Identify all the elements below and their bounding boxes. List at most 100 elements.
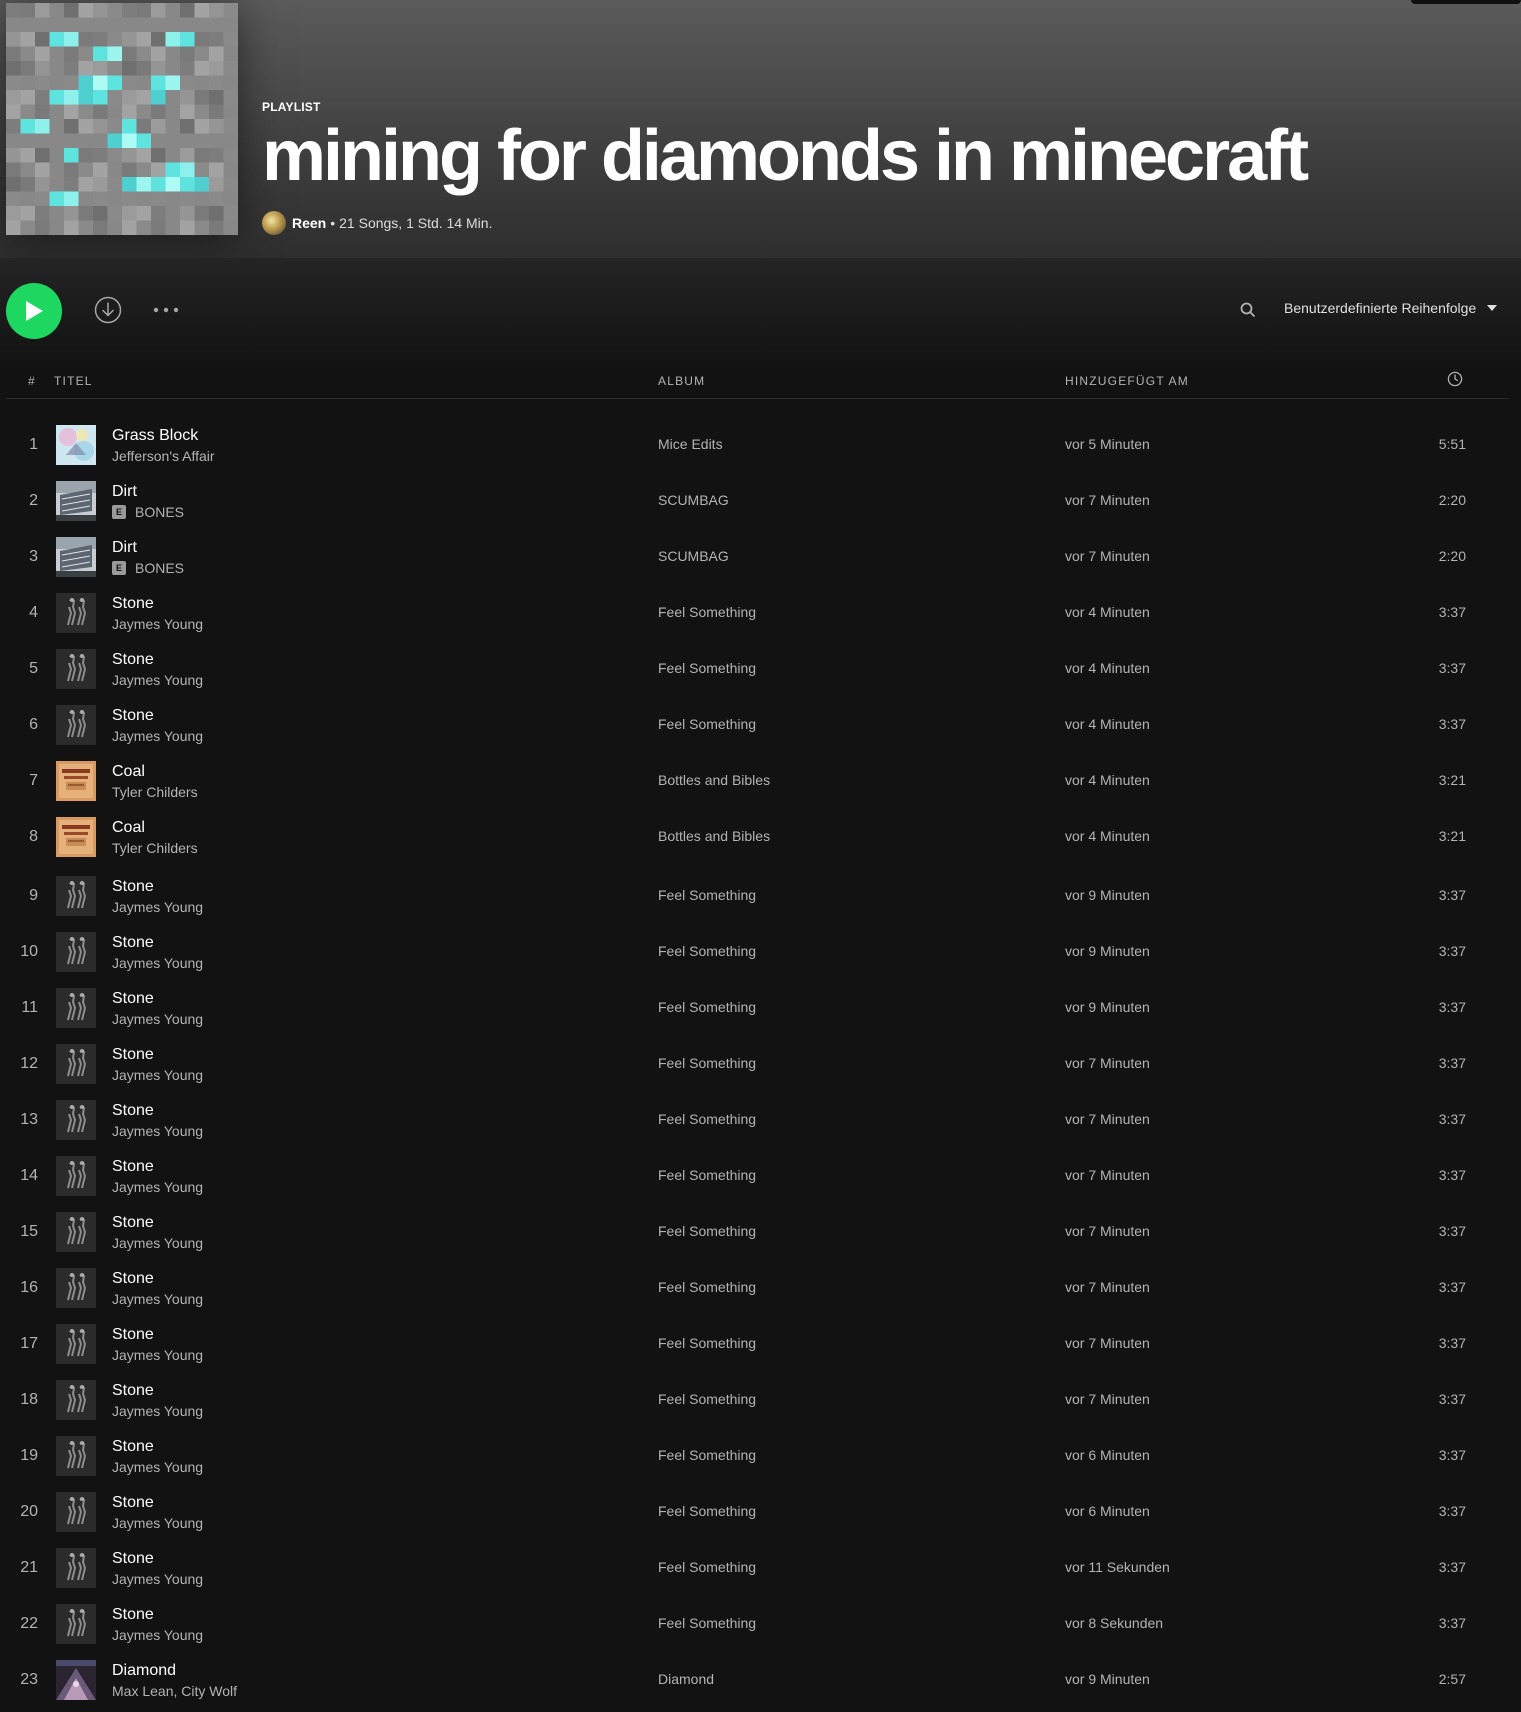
track-row[interactable]: 19 Stone Jaymes Young Feel Something vor 6 M…: [6, 1428, 1509, 1484]
track-artist-link[interactable]: Jaymes Young: [112, 1235, 203, 1251]
track-album-link[interactable]: Feel Something: [658, 1335, 756, 1351]
track-artist-link[interactable]: Jefferson's Affair: [112, 448, 215, 464]
track-album-link[interactable]: Feel Something: [658, 1167, 756, 1183]
track-artist-link[interactable]: Jaymes Young: [112, 1291, 203, 1307]
playlist-cover-image[interactable]: [6, 3, 238, 235]
track-artist-link[interactable]: Tyler Childers: [112, 784, 198, 800]
track-album-link[interactable]: Mice Edits: [658, 436, 723, 452]
track-album-link[interactable]: SCUMBAG: [658, 548, 729, 564]
track-row[interactable]: 17 Stone Jaymes Young Feel Something vor 7 M…: [6, 1316, 1509, 1372]
track-album-link[interactable]: Bottles and Bibles: [658, 828, 770, 844]
track-row[interactable]: 23 Diamond Max Lean, City Wolf Diamond vor 9…: [6, 1652, 1509, 1708]
track-row[interactable]: 14 Stone Jaymes Young Feel Something vor 7 M…: [6, 1148, 1509, 1204]
track-artist-link[interactable]: Jaymes Young: [112, 1011, 203, 1027]
track-title-link[interactable]: Dirt: [112, 539, 137, 557]
track-title-link[interactable]: Stone: [112, 1382, 154, 1400]
track-album-link[interactable]: Feel Something: [658, 1223, 756, 1239]
track-album-link[interactable]: Feel Something: [658, 1503, 756, 1519]
track-artist-link[interactable]: Jaymes Young: [112, 955, 203, 971]
track-title-link[interactable]: Stone: [112, 651, 154, 669]
track-album-link[interactable]: Feel Something: [658, 716, 756, 732]
track-title-link[interactable]: Stone: [112, 1158, 154, 1176]
track-artist-link[interactable]: Jaymes Young: [112, 1403, 203, 1419]
track-title-link[interactable]: Diamond: [112, 1662, 176, 1680]
play-button[interactable]: [6, 283, 62, 339]
column-added-header[interactable]: HINZUGEFÜGT AM: [1065, 374, 1189, 388]
track-row[interactable]: 1 Grass Block Jefferson's Affair Mice Edits…: [6, 417, 1509, 473]
track-artist-link[interactable]: Jaymes Young: [112, 672, 203, 688]
track-row[interactable]: 8 Coal Tyler Childers Bottles and Bibles vor…: [6, 809, 1509, 865]
track-album-link[interactable]: Feel Something: [658, 1279, 756, 1295]
track-artist-link[interactable]: Jaymes Young: [112, 1459, 203, 1475]
download-button[interactable]: [94, 296, 122, 324]
track-title-link[interactable]: Stone: [112, 1494, 154, 1512]
track-artist-link[interactable]: BONES: [135, 560, 184, 576]
track-row[interactable]: 5 Stone Jaymes Young Feel Something vor 4 Mi…: [6, 641, 1509, 697]
track-title-link[interactable]: Grass Block: [112, 427, 198, 445]
track-album-link[interactable]: Feel Something: [658, 604, 756, 620]
track-row[interactable]: 2 Dirt E BONES SCUMBAG vor 7 Minuten 2:20: [6, 473, 1509, 529]
track-album-link[interactable]: Feel Something: [658, 1111, 756, 1127]
track-row[interactable]: 4 Stone Jaymes Young Feel Something vor 4 Mi…: [6, 585, 1509, 641]
track-title-link[interactable]: Stone: [112, 1550, 154, 1568]
track-row[interactable]: 6 Stone Jaymes Young Feel Something vor 4 Mi…: [6, 697, 1509, 753]
track-album-link[interactable]: Bottles and Bibles: [658, 772, 770, 788]
column-title-header[interactable]: TITEL: [54, 374, 93, 388]
track-title-link[interactable]: Stone: [112, 1606, 154, 1624]
track-artist-link[interactable]: Jaymes Young: [112, 1067, 203, 1083]
track-artist-link[interactable]: Jaymes Young: [112, 1515, 203, 1531]
track-album-link[interactable]: Feel Something: [658, 1559, 756, 1575]
track-title-link[interactable]: Stone: [112, 1214, 154, 1232]
track-album-link[interactable]: Feel Something: [658, 660, 756, 676]
track-title-link[interactable]: Stone: [112, 990, 154, 1008]
track-artist-link[interactable]: Jaymes Young: [112, 728, 203, 744]
track-title-link[interactable]: Stone: [112, 595, 154, 613]
track-row[interactable]: 22 Stone Jaymes Young Feel Something vor 8 S…: [6, 1596, 1509, 1652]
track-title-link[interactable]: Stone: [112, 878, 154, 896]
track-artist-link[interactable]: Jaymes Young: [112, 1347, 203, 1363]
track-row[interactable]: 7 Coal Tyler Childers Bottles and Bibles vor…: [6, 753, 1509, 809]
track-artist-link[interactable]: Jaymes Young: [112, 616, 203, 632]
track-title-link[interactable]: Dirt: [112, 483, 137, 501]
track-title-link[interactable]: Stone: [112, 1326, 154, 1344]
track-row[interactable]: 9 Stone Jaymes Young Feel Something vor 9 Mi…: [6, 868, 1509, 924]
track-title-link[interactable]: Stone: [112, 1270, 154, 1288]
track-artist-link[interactable]: Jaymes Young: [112, 1123, 203, 1139]
sort-order-dropdown[interactable]: Benutzerdefinierte Reihenfolge: [1284, 300, 1498, 316]
track-album-link[interactable]: Diamond: [658, 1671, 714, 1687]
more-options-button[interactable]: [150, 296, 182, 324]
track-album-link[interactable]: Feel Something: [658, 1055, 756, 1071]
column-duration-header[interactable]: [1447, 371, 1463, 390]
track-album-link[interactable]: SCUMBAG: [658, 492, 729, 508]
playlist-title[interactable]: mining for diamonds in minecraft: [262, 115, 1309, 197]
track-album-link[interactable]: Feel Something: [658, 887, 756, 903]
track-title-link[interactable]: Stone: [112, 934, 154, 952]
track-album-link[interactable]: Feel Something: [658, 999, 756, 1015]
track-row[interactable]: 18 Stone Jaymes Young Feel Something vor 7 M…: [6, 1372, 1509, 1428]
track-album-link[interactable]: Feel Something: [658, 1615, 756, 1631]
owner-name-link[interactable]: Reen: [292, 215, 326, 231]
track-row[interactable]: 10 Stone Jaymes Young Feel Something vor 9 M…: [6, 924, 1509, 980]
track-artist-link[interactable]: Jaymes Young: [112, 1571, 203, 1587]
track-title-link[interactable]: Stone: [112, 1046, 154, 1064]
track-artist-link[interactable]: Jaymes Young: [112, 1179, 203, 1195]
track-artist-link[interactable]: Jaymes Young: [112, 1627, 203, 1643]
search-in-playlist-button[interactable]: [1238, 300, 1258, 320]
track-artist-link[interactable]: BONES: [135, 504, 184, 520]
track-row[interactable]: 3 Dirt E BONES SCUMBAG vor 7 Minuten 2:20: [6, 529, 1509, 585]
track-title-link[interactable]: Coal: [112, 763, 145, 781]
track-title-link[interactable]: Stone: [112, 1438, 154, 1456]
track-title-link[interactable]: Stone: [112, 1102, 154, 1120]
track-artist-link[interactable]: Jaymes Young: [112, 899, 203, 915]
column-album-header[interactable]: ALBUM: [658, 374, 705, 388]
track-row[interactable]: 12 Stone Jaymes Young Feel Something vor 7 M…: [6, 1036, 1509, 1092]
track-row[interactable]: 15 Stone Jaymes Young Feel Something vor 7 M…: [6, 1204, 1509, 1260]
track-title-link[interactable]: Stone: [112, 707, 154, 725]
track-row[interactable]: 11 Stone Jaymes Young Feel Something vor 9 M…: [6, 980, 1509, 1036]
track-artist-link[interactable]: Tyler Childers: [112, 840, 198, 856]
track-row[interactable]: 20 Stone Jaymes Young Feel Something vor 6 M…: [6, 1484, 1509, 1540]
track-row[interactable]: 16 Stone Jaymes Young Feel Something vor 7 M…: [6, 1260, 1509, 1316]
track-row[interactable]: 13 Stone Jaymes Young Feel Something vor 7 M…: [6, 1092, 1509, 1148]
track-artist-link[interactable]: Max Lean, City Wolf: [112, 1683, 237, 1699]
track-row[interactable]: 21 Stone Jaymes Young Feel Something vor 11 …: [6, 1540, 1509, 1596]
